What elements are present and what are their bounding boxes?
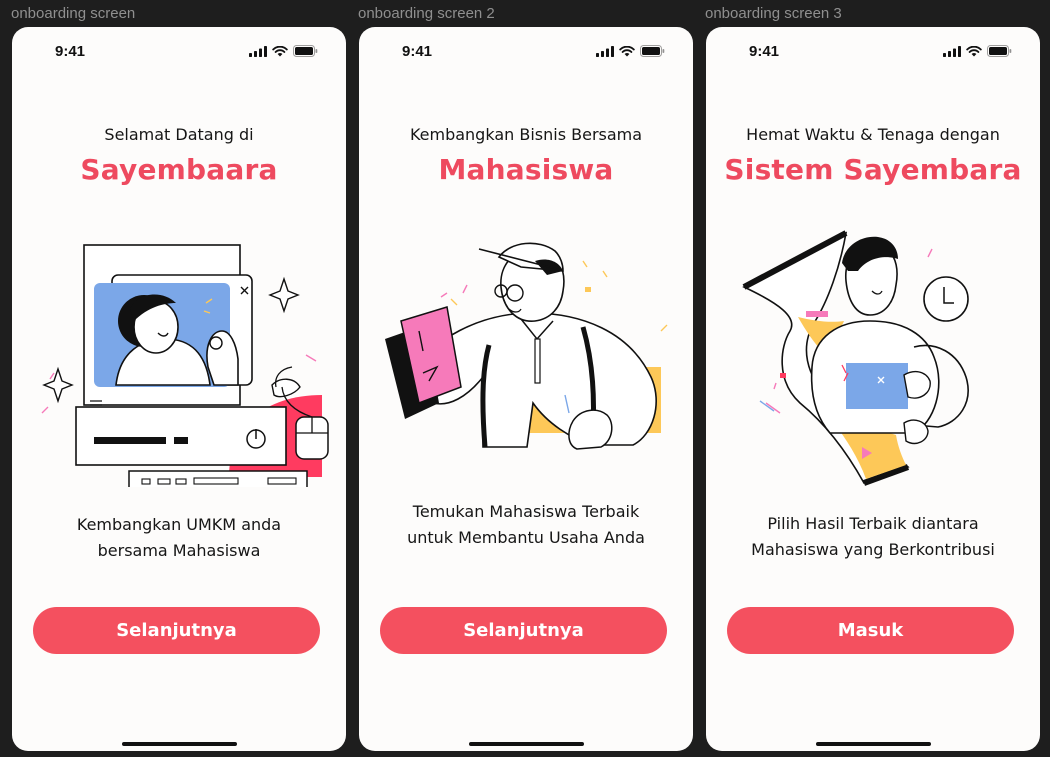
home-indicator [816, 742, 931, 746]
battery-icon [987, 45, 1012, 57]
hourglass-person-illustration [742, 230, 969, 486]
description-line-1: Temukan Mahasiswa Terbaik [412, 502, 640, 521]
status-bar: 9:41 [12, 27, 346, 75]
next-button[interactable]: Selanjutnya [380, 607, 667, 654]
welcome-subtitle: Kembangkan Bisnis Bersama [409, 125, 643, 144]
status-icons [596, 45, 665, 57]
wifi-icon [619, 45, 635, 56]
onboarding-screen-2: 9:41 Kembangkan Bisnis Bersama Mahasiswa [359, 27, 693, 751]
welcome-subtitle: Hemat Waktu & Tenaga dengan [746, 125, 1000, 144]
status-icons [943, 45, 1012, 57]
page-title: Sistem Sayembara [724, 153, 1022, 186]
description: Temukan Mahasiswa Terbaik untuk Membantu… [379, 499, 673, 551]
wifi-icon [272, 45, 288, 56]
computer-video-call-illustration [41, 244, 329, 487]
signal-icon [249, 45, 267, 57]
status-time: 9:41 [749, 43, 780, 60]
status-time: 9:41 [55, 43, 86, 60]
frame-label-1: onboarding screen [11, 5, 136, 22]
description-line-2: untuk Membantu Usaha Anda [407, 528, 645, 547]
description-line-2: Mahasiswa yang Berkontribusi [751, 540, 995, 559]
battery-icon [640, 45, 665, 57]
signal-icon [943, 45, 961, 57]
frame-label-2: onboarding screen 2 [358, 5, 495, 22]
wifi-icon [966, 45, 982, 56]
login-button[interactable]: Masuk [727, 607, 1014, 654]
description: Kembangkan UMKM anda bersama Mahasiswa [32, 512, 326, 564]
signal-icon [596, 45, 614, 57]
status-time: 9:41 [402, 43, 433, 60]
battery-icon [293, 45, 318, 57]
onboarding-screen-1: 9:41 Selamat Datang di Sayembaara Kemban… [12, 27, 346, 751]
description-line-2: bersama Mahasiswa [97, 541, 261, 560]
onboarding-screen-3: 9:41 Hemat Waktu & Tenaga dengan Sistem … [706, 27, 1040, 751]
frame-label-3: onboarding screen 3 [705, 5, 842, 22]
description: Pilih Hasil Terbaik diantara Mahasiswa y… [726, 511, 1020, 563]
welcome-subtitle: Selamat Datang di [104, 125, 254, 144]
next-button[interactable]: Selanjutnya [33, 607, 320, 654]
home-indicator [122, 742, 237, 746]
status-bar: 9:41 [359, 27, 693, 75]
description-line-1: Kembangkan UMKM anda [76, 515, 282, 534]
home-indicator [469, 742, 584, 746]
description-line-1: Pilih Hasil Terbaik diantara [767, 514, 979, 533]
page-title: Mahasiswa [438, 153, 614, 186]
status-icons [249, 45, 318, 57]
status-bar: 9:41 [706, 27, 1040, 75]
page-title: Sayembaara [80, 153, 278, 186]
student-with-book-illustration [385, 242, 668, 450]
